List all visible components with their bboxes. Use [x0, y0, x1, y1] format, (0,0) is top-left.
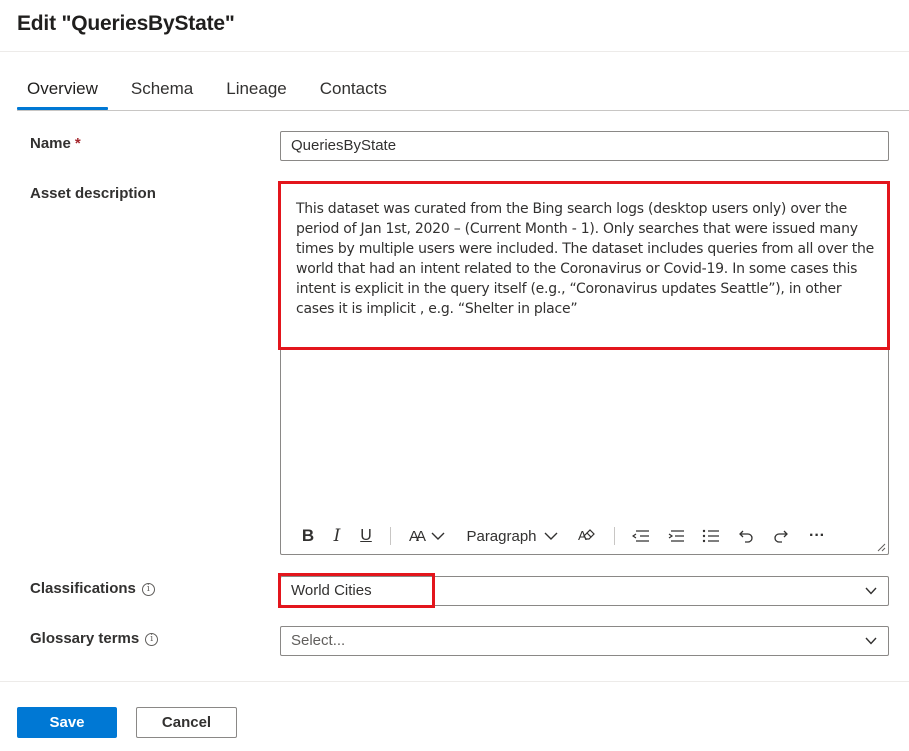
- name-label-text: Name: [30, 135, 71, 152]
- chevron-down-icon: [431, 532, 445, 540]
- name-input-value: QueriesByState: [291, 137, 397, 154]
- font-size-button[interactable]: AA: [405, 523, 449, 549]
- editor-toolbar: B I U AA Paragraph A ···: [281, 521, 888, 551]
- glossary-label: Glossary terms i: [30, 630, 159, 647]
- chevron-down-icon: [865, 637, 877, 645]
- more-button[interactable]: ···: [804, 523, 830, 549]
- more-icon: ···: [809, 527, 825, 544]
- bullet-list-button[interactable]: [699, 523, 723, 549]
- cancel-button[interactable]: Cancel: [136, 707, 237, 738]
- paragraph-label: Paragraph: [466, 527, 537, 545]
- info-icon[interactable]: i: [141, 583, 155, 596]
- outdent-icon: [632, 530, 649, 542]
- name-label: Name *: [30, 135, 81, 152]
- tab-overview[interactable]: Overview: [17, 78, 108, 110]
- classifications-highlight: [278, 573, 435, 608]
- glossary-label-text: Glossary terms: [30, 630, 140, 647]
- tab-bar: Overview Schema Lineage Contacts: [17, 78, 410, 110]
- italic-icon: I: [333, 526, 341, 546]
- underline-icon: U: [360, 527, 372, 544]
- bold-button[interactable]: B: [299, 523, 317, 549]
- classifications-label-text: Classifications: [30, 580, 136, 597]
- name-input[interactable]: QueriesByState: [280, 131, 889, 161]
- required-mark: *: [74, 135, 81, 152]
- chevron-down-icon: [544, 532, 558, 540]
- save-button[interactable]: Save: [17, 707, 117, 738]
- font-size-icon: AA: [408, 527, 426, 545]
- footer-divider: [0, 681, 909, 682]
- undo-icon: [739, 530, 753, 543]
- svg-text:A: A: [578, 528, 587, 543]
- clear-format-button[interactable]: A: [575, 523, 599, 549]
- tab-contacts[interactable]: Contacts: [310, 78, 397, 110]
- toolbar-separator: [614, 527, 615, 545]
- glossary-placeholder: Select...: [291, 632, 346, 649]
- toolbar-separator: [390, 527, 391, 545]
- page-title: Edit "QueriesByState": [17, 12, 235, 35]
- indent-icon: [668, 530, 684, 542]
- clear-format-icon: A: [578, 528, 595, 543]
- classifications-label: Classifications i: [30, 580, 155, 597]
- redo-button[interactable]: [769, 523, 793, 549]
- underline-button[interactable]: U: [357, 523, 375, 549]
- redo-icon: [774, 530, 788, 543]
- tab-schema[interactable]: Schema: [121, 78, 203, 110]
- tabs-divider: [17, 110, 909, 111]
- tab-lineage[interactable]: Lineage: [216, 78, 297, 110]
- paragraph-dropdown[interactable]: Paragraph: [464, 523, 560, 549]
- description-label: Asset description: [30, 185, 156, 202]
- bold-icon: B: [301, 526, 315, 545]
- bullet-list-icon: [702, 529, 719, 543]
- info-icon[interactable]: i: [145, 633, 159, 646]
- glossary-dropdown[interactable]: Select...: [280, 626, 889, 656]
- undo-button[interactable]: [734, 523, 758, 549]
- indent-button[interactable]: [664, 523, 688, 549]
- outdent-button[interactable]: [629, 523, 653, 549]
- resize-handle-icon[interactable]: [876, 542, 886, 552]
- header-divider: [0, 51, 909, 52]
- chevron-down-icon: [865, 587, 877, 595]
- description-highlight: [278, 181, 890, 350]
- italic-button[interactable]: I: [328, 523, 346, 549]
